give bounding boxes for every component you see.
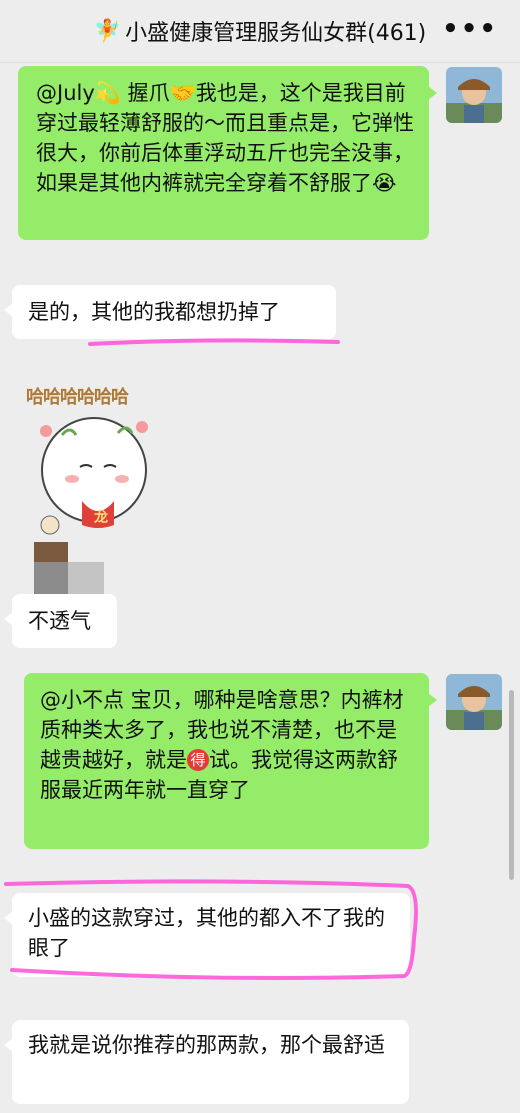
pink-highlight-underline bbox=[88, 338, 340, 346]
message-bubble-4[interactable]: @小不点 宝贝，哪种是啥意思？内裤材质种类太多了，我也说不清楚，也不是越贵越好，… bbox=[24, 673, 437, 849]
mention-link[interactable]: @July bbox=[36, 81, 95, 105]
handshake-icon: 🤝 bbox=[169, 81, 196, 105]
chat-title: 小盛健康管理服务仙女群(461) bbox=[125, 21, 427, 46]
message-text: 是的，其他的我都想扔掉了 bbox=[28, 300, 280, 324]
message-bubble-3[interactable]: 不透气 bbox=[4, 594, 117, 648]
crying-face-icon: 😭 bbox=[372, 171, 397, 195]
scrollbar[interactable] bbox=[509, 690, 514, 880]
sticker-image[interactable]: 哈哈哈哈哈哈 龙 bbox=[22, 375, 182, 555]
sparkle-icon: 💫 bbox=[94, 81, 121, 105]
message-text: 我就是说你推荐的那两款，那个最舒适 bbox=[28, 1033, 385, 1057]
chat-header: 🧚 小盛健康管理服务仙女群(461) ••• bbox=[0, 0, 520, 63]
pink-highlight-outline bbox=[4, 879, 418, 980]
mosaic-block bbox=[68, 562, 104, 594]
self-avatar[interactable] bbox=[446, 674, 502, 730]
fairy-emoji-icon: 🧚 bbox=[93, 18, 122, 44]
more-options-icon[interactable]: ••• bbox=[442, 14, 498, 44]
message-bubble-1[interactable]: @July💫 握爪🤝我也是，这个是我目前穿过最轻薄舒服的～而且重点是，它弹性很大… bbox=[18, 66, 437, 240]
de-emoji-icon: 得 bbox=[187, 749, 209, 771]
self-avatar[interactable] bbox=[446, 67, 502, 123]
message-bubble-6[interactable]: 我就是说你推荐的那两款，那个最舒适 bbox=[4, 1020, 409, 1104]
message-bubble-2[interactable]: 是的，其他的我都想扔掉了 bbox=[4, 285, 336, 339]
mosaic-block bbox=[34, 562, 68, 594]
sticker-badge-text: 龙 bbox=[94, 510, 108, 526]
message-text: 不透气 bbox=[28, 609, 91, 633]
mosaic-block bbox=[34, 542, 68, 562]
